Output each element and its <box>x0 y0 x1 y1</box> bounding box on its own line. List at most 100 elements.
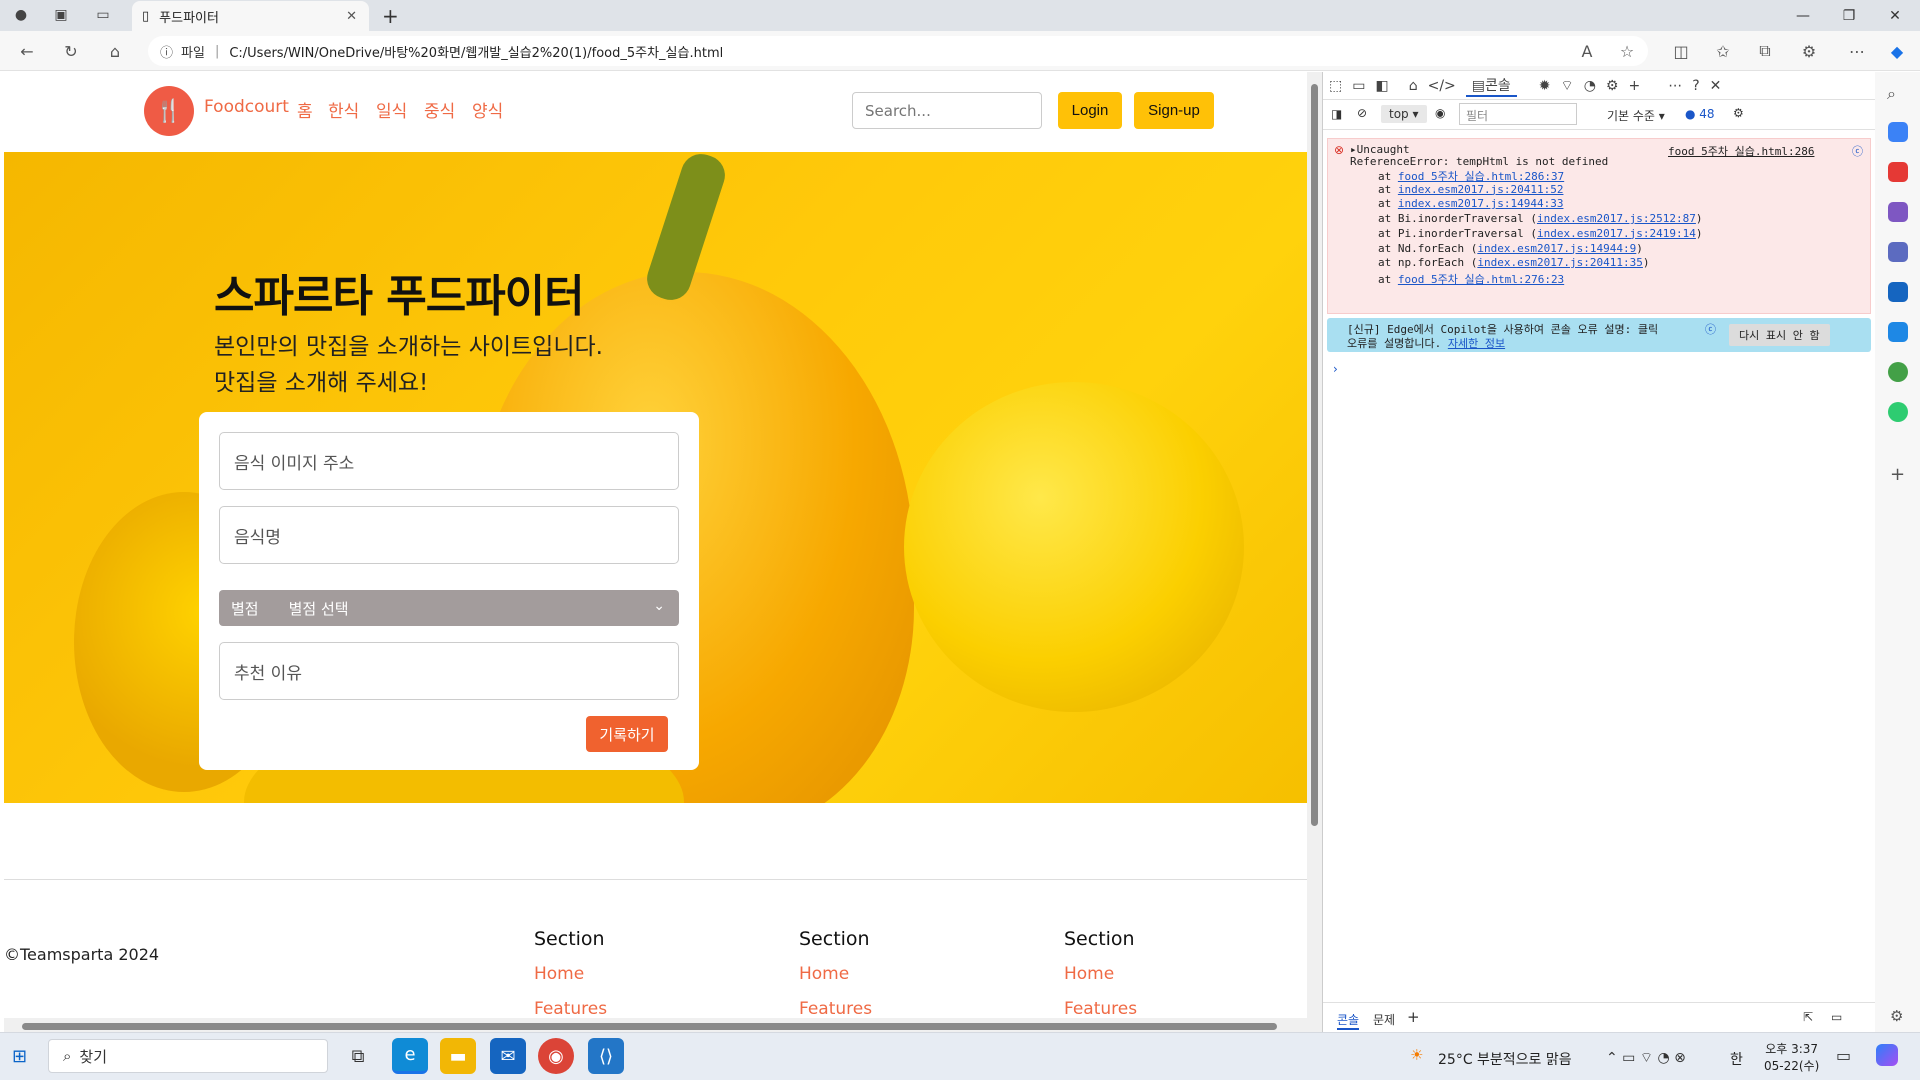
brand-link[interactable]: Foodcourt <box>204 97 289 117</box>
minimize-button[interactable]: — <box>1780 0 1826 31</box>
nav-link-japanese[interactable]: 일식 <box>376 97 407 122</box>
read-aloud-icon[interactable]: A <box>1574 38 1600 64</box>
drawer-undock-icon[interactable]: ⇱ <box>1803 1010 1813 1024</box>
favorites-icon[interactable]: ✩ <box>1710 38 1736 64</box>
stack-frame-link[interactable]: index.esm2017.js:2512:87 <box>1537 212 1696 225</box>
stack-frame-link[interactable]: index.esm2017.js:14944:9 <box>1477 242 1636 255</box>
copilot-dismiss-button[interactable]: 다시 표시 안 함 <box>1729 324 1830 346</box>
favorite-star-icon[interactable]: ☆ <box>1614 38 1640 64</box>
windows-start-icon[interactable]: ⊞ <box>12 1046 27 1067</box>
taskbar-clock[interactable]: 오후 3:37 05-22(수) <box>1764 1040 1819 1074</box>
drawer-add-icon[interactable]: + <box>1407 1008 1420 1026</box>
sidebar-microsoft365-icon[interactable] <box>1888 242 1908 262</box>
refresh-icon[interactable]: ↻ <box>58 38 84 64</box>
inspect-icon[interactable]: ⬚ <box>1329 78 1342 94</box>
sidebar-spotify-icon[interactable] <box>1888 402 1908 422</box>
console-filter-input[interactable]: 필터 <box>1459 103 1577 125</box>
split-screen-icon[interactable]: ◫ <box>1668 38 1694 64</box>
more-menu-icon[interactable]: ⋯ <box>1844 38 1870 64</box>
collections-icon[interactable]: ⧉ <box>1752 38 1778 64</box>
sidebar-add-icon[interactable]: + <box>1890 464 1905 485</box>
home-icon[interactable]: ⌂ <box>102 38 128 64</box>
stack-frame-link[interactable]: food 5주차 실습.html:276:23 <box>1398 273 1564 286</box>
restore-button[interactable]: ❐ <box>1826 0 1872 31</box>
info-icon[interactable]: ⓘ <box>160 42 173 61</box>
network-wifi-icon[interactable]: ⌔ <box>1561 77 1574 95</box>
search-input[interactable] <box>852 92 1042 129</box>
footer-link-features[interactable]: Features <box>1064 999 1137 1019</box>
sidebar-send-icon[interactable] <box>1888 322 1908 342</box>
address-bar[interactable]: ⓘ 파일 | C:/Users/WIN/OneDrive/바탕%20화면/웹개발… <box>148 36 1648 66</box>
signup-button[interactable]: Sign-up <box>1134 92 1214 129</box>
sources-bug-icon[interactable]: ✹ <box>1539 78 1551 94</box>
copilot-icon[interactable]: ◆ <box>1884 38 1910 64</box>
page-vertical-scroll-thumb[interactable] <box>1311 84 1318 826</box>
error-source-link[interactable]: food 5주차 실습.html:286 <box>1668 143 1814 159</box>
profile-icon[interactable]: ● <box>10 4 32 26</box>
workspaces-icon[interactable]: ▣ <box>50 4 72 26</box>
sidebar-outlook-icon[interactable] <box>1888 282 1908 302</box>
task-view-icon[interactable]: ⧉ <box>340 1038 376 1074</box>
tab-actions-icon[interactable]: ▭ <box>92 4 114 26</box>
nav-link-home[interactable]: 홈 <box>297 97 313 122</box>
weather-icon[interactable]: ☀ <box>1410 1046 1423 1064</box>
help-icon[interactable]: ? <box>1692 78 1699 94</box>
elements-icon[interactable]: </> <box>1428 78 1456 94</box>
tab-active[interactable]: ▯ 푸드파이터 ✕ <box>132 1 369 31</box>
console-settings-icon[interactable]: ⚙ <box>1733 106 1744 120</box>
new-tab-button[interactable]: + <box>382 4 399 28</box>
footer-link-home[interactable]: Home <box>799 964 849 984</box>
drawer-tab-console[interactable]: 콘솔 <box>1337 1011 1360 1030</box>
copilot-learn-more-link[interactable]: 자세한 정보 <box>1448 337 1505 350</box>
page-horizontal-scroll-thumb[interactable] <box>22 1023 1277 1030</box>
extensions-icon[interactable]: ⚙ <box>1796 38 1822 64</box>
devtools-more-icon[interactable]: ⋯ <box>1668 78 1682 94</box>
close-tab-icon[interactable]: ✕ <box>346 9 357 24</box>
stack-frame-link[interactable]: index.esm2017.js:14944:33 <box>1398 197 1564 210</box>
weather-text[interactable]: 25°C 부분적으로 맑음 <box>1438 1049 1572 1069</box>
taskbar-search-box[interactable]: ⌕ 찾기 <box>48 1039 328 1073</box>
nav-link-western[interactable]: 양식 <box>472 97 503 122</box>
copilot-explain-icon[interactable]: ⓒ <box>1852 143 1863 159</box>
nav-link-chinese[interactable]: 중식 <box>424 97 455 122</box>
notification-icon[interactable]: ▭ <box>1836 1046 1851 1065</box>
log-level-select[interactable]: 기본 수준 ▾ <box>1607 107 1665 124</box>
copilot-taskbar-icon[interactable] <box>1876 1044 1898 1066</box>
back-icon[interactable]: ← <box>14 38 40 64</box>
stack-frame-link[interactable]: food 5주차 실습.html:286:37 <box>1398 170 1564 183</box>
devtools-close-icon[interactable]: ✕ <box>1710 78 1722 94</box>
taskbar-mail-icon[interactable]: ✉ <box>490 1038 526 1074</box>
tab-console[interactable]: ▤콘솔 <box>1465 75 1517 97</box>
context-select[interactable]: top ▾ <box>1381 105 1427 123</box>
device-emulation-icon[interactable]: ▭ <box>1352 78 1365 94</box>
drawer-collapse-icon[interactable]: ▭ <box>1831 1010 1842 1024</box>
sidebar-settings-icon[interactable]: ⚙ <box>1890 1007 1903 1025</box>
rating-select[interactable]: 별점 별점 선택 ⌄ <box>219 590 679 626</box>
reason-textarea[interactable]: 추천 이유 <box>219 642 679 700</box>
dock-icon[interactable]: ◧ <box>1375 78 1388 94</box>
sidebar-tree-icon[interactable] <box>1888 362 1908 382</box>
stack-frame-link[interactable]: index.esm2017.js:20411:52 <box>1398 183 1564 196</box>
welcome-home-icon[interactable]: ⌂ <box>1409 78 1418 94</box>
ime-indicator[interactable]: 한 <box>1730 1049 1743 1069</box>
taskbar-explorer-icon[interactable]: ▬ <box>440 1038 476 1074</box>
live-expression-eye-icon[interactable]: ◉ <box>1435 106 1445 120</box>
login-button[interactable]: Login <box>1058 92 1122 129</box>
sidebar-search-icon[interactable]: ⌕ <box>1887 84 1896 104</box>
issues-badge[interactable]: ● 48 <box>1685 107 1715 121</box>
taskbar-edge-icon[interactable]: e <box>392 1038 428 1074</box>
footer-link-features[interactable]: Features <box>534 999 607 1019</box>
sidebar-games-icon[interactable] <box>1888 202 1908 222</box>
image-url-input[interactable]: 음식 이미지 주소 <box>219 432 679 490</box>
drawer-tab-issues[interactable]: 문제 <box>1373 1011 1395 1028</box>
close-window-button[interactable]: ✕ <box>1872 0 1918 31</box>
footer-link-features[interactable]: Features <box>799 999 872 1019</box>
performance-icon[interactable]: ◔ <box>1584 78 1596 94</box>
sidebar-toggle-icon[interactable]: ◨ <box>1331 107 1342 121</box>
tray-icons[interactable]: ⌃ ▭ ⌔ ◔ ⊗ <box>1606 1049 1686 1067</box>
footer-link-home[interactable]: Home <box>1064 964 1114 984</box>
stack-frame-link[interactable]: index.esm2017.js:2419:14 <box>1537 227 1696 240</box>
submit-button[interactable]: 기록하기 <box>586 716 668 752</box>
taskbar-chrome-icon[interactable]: ◉ <box>538 1038 574 1074</box>
fork-knife-logo-icon[interactable]: 🍴 <box>144 86 194 136</box>
